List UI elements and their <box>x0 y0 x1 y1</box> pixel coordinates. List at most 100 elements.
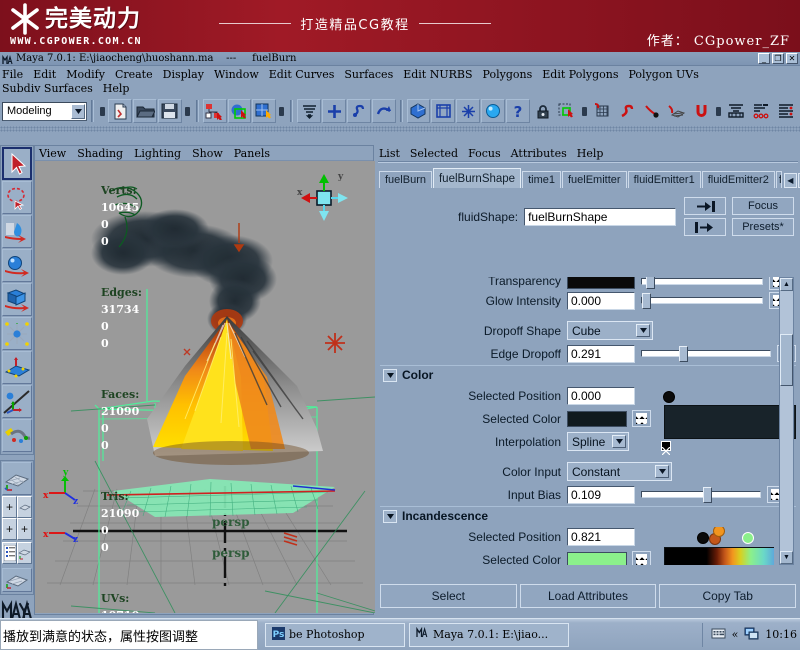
lasso-select-tool[interactable] <box>2 181 32 214</box>
paint-select-tool[interactable] <box>2 215 32 248</box>
taskbar-item-photoshop[interactable]: Ps be Photoshop <box>265 623 405 647</box>
select-by-component-icon[interactable] <box>252 99 276 123</box>
point-snap-icon[interactable] <box>640 99 664 123</box>
tab-scroll-left-icon[interactable]: ◀ <box>784 173 797 188</box>
close-button[interactable]: ✕ <box>786 53 798 64</box>
tab-fuelBurn[interactable]: fuelBurn <box>379 171 432 188</box>
tray-expand-icon[interactable]: « <box>732 628 739 641</box>
open-scene-icon[interactable] <box>133 99 157 123</box>
chevron-down-icon[interactable] <box>71 104 85 119</box>
menu-help[interactable]: Help <box>103 82 130 95</box>
ae-menu-list[interactable]: List <box>379 147 400 160</box>
transparency-color-swatch[interactable] <box>567 277 635 289</box>
menu-surfaces[interactable]: Surfaces <box>344 68 393 81</box>
edge-dropoff-input[interactable]: 0.291 <box>567 345 635 363</box>
grid-snap-icon[interactable] <box>590 99 614 123</box>
tool-settings-icon[interactable] <box>749 99 773 123</box>
keyboard-icon[interactable] <box>711 627 726 643</box>
load-attributes-out-icon[interactable] <box>684 218 726 236</box>
input-bias-slider-thumb[interactable] <box>703 487 712 503</box>
persp-graph-layout[interactable] <box>2 568 32 592</box>
color-input-dropdown[interactable]: Constant <box>567 462 672 481</box>
channel-box-icon[interactable] <box>774 99 798 123</box>
load-attributes-button[interactable]: Load Attributes <box>520 584 657 608</box>
incand-selected-color-swatch[interactable] <box>567 552 627 566</box>
menu-edit-curves[interactable]: Edit Curves <box>269 68 335 81</box>
ae-menu-attributes[interactable]: Attributes <box>511 147 567 160</box>
attribute-editor-scrollbar[interactable]: ▲ ▼ <box>779 277 794 565</box>
curve-snap-magnet-icon[interactable] <box>615 99 639 123</box>
add-divider-icon[interactable] <box>322 99 346 123</box>
glow-intensity-slider-thumb[interactable] <box>642 293 651 309</box>
hypershade-sphere-icon[interactable] <box>481 99 505 123</box>
color-selected-color-swatch[interactable] <box>567 411 627 427</box>
section-collapse-icon[interactable] <box>383 369 397 382</box>
lock-icon[interactable] <box>531 99 555 123</box>
construction-history-icon[interactable] <box>347 99 371 123</box>
help-icon[interactable]: ? <box>506 99 530 123</box>
rotate-tool[interactable] <box>2 283 32 316</box>
viewport-canvas[interactable]: y x z x z Verts: 10645 <box>35 161 375 613</box>
render-settings-icon[interactable] <box>456 99 480 123</box>
toolbar-collapse-handle-5[interactable] <box>716 107 721 116</box>
edge-dropoff-slider[interactable] <box>641 348 771 360</box>
viewport-menu-view[interactable]: View <box>39 147 66 160</box>
dropoff-shape-dropdown[interactable]: Cube <box>567 321 653 340</box>
transparency-slider-track[interactable] <box>641 278 763 285</box>
four-view-tl[interactable]: + <box>2 496 17 518</box>
minimize-button[interactable]: _ <box>758 53 770 64</box>
toolbar-collapse-handle-3[interactable] <box>279 107 284 116</box>
color-ramp-widget[interactable] <box>655 386 774 460</box>
move-manipulator-gizmo[interactable]: y x <box>293 169 353 227</box>
tab-fluidEmitter1[interactable]: fluidEmitter1 <box>628 171 701 188</box>
incandescence-marker-2[interactable] <box>713 527 725 537</box>
input-bias-slider-track[interactable] <box>641 491 761 498</box>
four-view-tr[interactable] <box>17 496 32 518</box>
viewport-menu-panels[interactable]: Panels <box>234 147 270 160</box>
snap-to-grid-toggle-icon[interactable] <box>297 99 321 123</box>
scrollbar-thumb[interactable] <box>780 334 793 386</box>
new-scene-icon[interactable] <box>108 99 132 123</box>
attribute-editor-icon[interactable] <box>724 99 748 123</box>
menu-modify[interactable]: Modify <box>66 68 105 81</box>
render-current-frame-icon[interactable] <box>407 99 431 123</box>
menu-edit-nurbs[interactable]: Edit NURBS <box>403 68 472 81</box>
chevron-down-icon[interactable] <box>655 465 669 478</box>
select-button[interactable]: Select <box>380 584 517 608</box>
scale-tool[interactable] <box>2 317 32 350</box>
select-by-hierarchy-icon[interactable] <box>203 99 227 123</box>
outliner-pane-icon[interactable] <box>2 542 17 564</box>
ae-menu-focus[interactable]: Focus <box>468 147 501 160</box>
menuset-selector[interactable]: Modeling <box>2 102 87 121</box>
load-attributes-in-icon[interactable] <box>684 197 726 215</box>
soft-modification-tool[interactable] <box>2 385 32 418</box>
persp-outliner-layout[interactable] <box>2 542 32 566</box>
section-color[interactable]: Color <box>380 365 796 384</box>
single-perspective-layout[interactable] <box>2 462 32 495</box>
section-incandescence[interactable]: Incandescence <box>380 506 796 525</box>
ae-menu-selected[interactable]: Selected <box>410 147 458 160</box>
copy-tab-button[interactable]: Copy Tab <box>659 584 796 608</box>
edge-dropoff-slider-thumb[interactable] <box>679 346 688 362</box>
tab-fuelEmitter[interactable]: fuelEmitter <box>562 171 627 188</box>
select-tool[interactable] <box>2 147 32 180</box>
restore-button[interactable]: ❐ <box>772 53 784 64</box>
incand-selected-position-input[interactable]: 0.821 <box>567 528 635 546</box>
view-plane-snap-icon[interactable] <box>665 99 689 123</box>
input-bias-input[interactable]: 0.109 <box>567 486 635 504</box>
tab-overflow[interactable]: fl <box>776 171 782 188</box>
transparency-slider[interactable] <box>641 277 763 287</box>
universal-manipulator-tool[interactable] <box>2 351 32 384</box>
glow-intensity-slider[interactable] <box>641 295 763 307</box>
magnet-snap-icon[interactable] <box>690 99 714 123</box>
fluidshape-name-input[interactable]: fuelBurnShape <box>524 208 676 226</box>
menu-window[interactable]: Window <box>214 68 259 81</box>
ae-menu-help[interactable]: Help <box>577 147 604 160</box>
color-interpolation-dropdown[interactable]: Spline <box>567 432 629 451</box>
incandescence-marker-3[interactable] <box>742 532 754 544</box>
menu-file[interactable]: File <box>2 68 23 81</box>
edge-dropoff-slider-track[interactable] <box>641 350 771 357</box>
toolbar-collapse-handle-2[interactable] <box>185 107 190 116</box>
section-collapse-icon[interactable] <box>383 510 397 523</box>
incandescence-ramp-widget[interactable] <box>655 527 774 565</box>
